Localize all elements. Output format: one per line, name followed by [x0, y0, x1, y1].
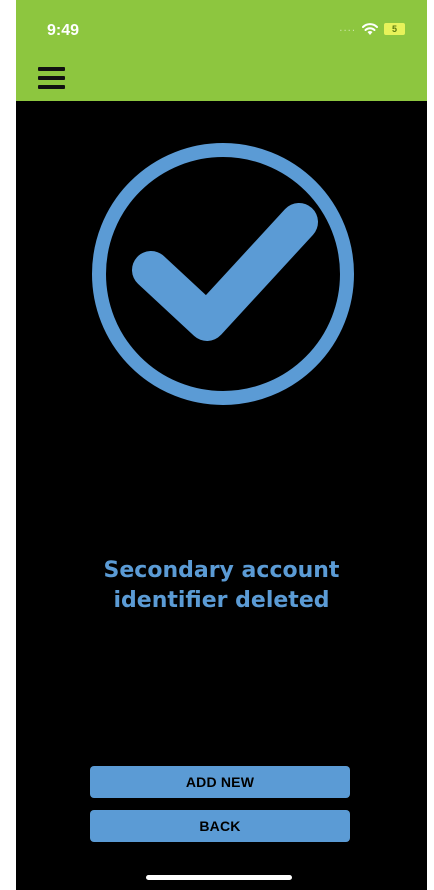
hamburger-menu-icon[interactable] [38, 67, 65, 89]
message-line-2: identifier deleted [113, 588, 330, 613]
status-icons: .... 5 [339, 22, 405, 36]
message-line-1: Secondary account [103, 558, 340, 583]
status-message: Secondary account identifier deleted [16, 556, 427, 616]
home-indicator[interactable] [146, 875, 292, 880]
checkmark-circle-icon [92, 143, 354, 405]
signal-dots-icon: .... [339, 23, 356, 34]
app-screen: 9:49 .... 5 Secondary account identifier… [16, 0, 427, 890]
battery-icon: 5 [384, 23, 405, 35]
wifi-icon [362, 23, 378, 35]
top-bar: 9:49 .... 5 [16, 0, 427, 101]
battery-level: 5 [391, 24, 397, 34]
add-new-button[interactable]: ADD NEW [90, 766, 350, 798]
back-button[interactable]: BACK [90, 810, 350, 842]
status-time: 9:49 [47, 22, 80, 39]
